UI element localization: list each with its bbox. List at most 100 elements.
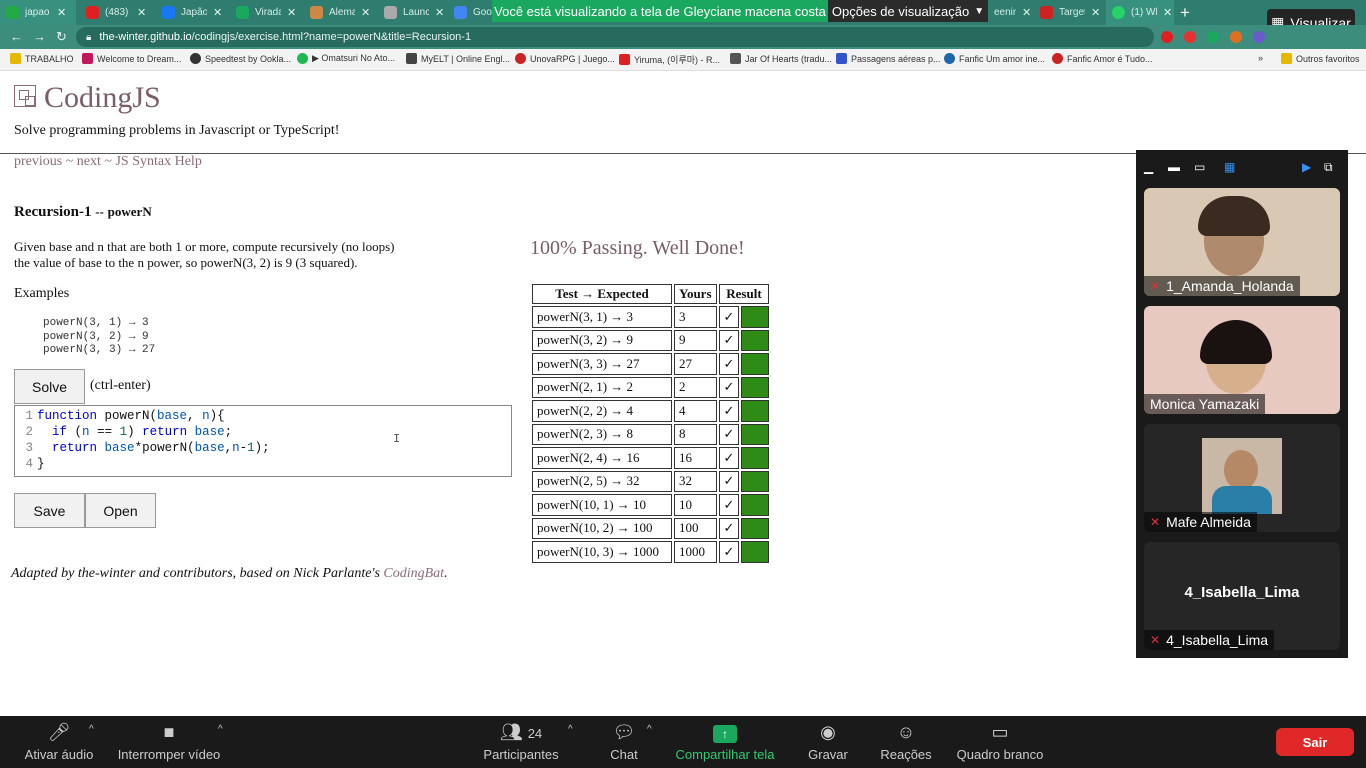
view-options-dropdown[interactable]: Opções de visualização ▼ <box>828 0 988 22</box>
tab-close-icon[interactable]: ✕ <box>1091 6 1100 19</box>
unmute-audio-button[interactable]: 🎤︎ Ativar áudio <box>22 716 96 768</box>
address-bar[interactable]: 🔒︎ the-winter.github.io/codingjs/exercis… <box>76 27 1154 47</box>
bookmark-favicon-icon <box>836 53 847 64</box>
credits-suffix: . <box>444 566 448 581</box>
next-link[interactable]: next <box>77 154 101 169</box>
participant-video-tile[interactable]: 4_Isabella_Lima ✕ 4_Isabella_Lima <box>1144 542 1340 650</box>
tab-close-icon[interactable]: ✕ <box>1022 6 1031 19</box>
other-bookmarks[interactable]: Outros favoritos <box>1281 53 1360 64</box>
tab-close-icon[interactable]: ✕ <box>213 6 222 19</box>
whiteboard-button[interactable]: ▭ Quadro branco <box>954 716 1046 768</box>
minimize-icon[interactable]: ▁ <box>1144 160 1153 174</box>
code-line: 1 function powerN(base, n){ <box>15 408 224 424</box>
save-button[interactable]: Save <box>14 493 85 528</box>
chevron-up-icon[interactable]: ^ <box>647 724 652 735</box>
mic-muted-icon: ✕ <box>1150 515 1161 529</box>
exit-gallery-icon[interactable]: ⧉ <box>1324 160 1333 175</box>
open-button[interactable]: Open <box>85 493 156 528</box>
chat-button[interactable]: 💬︎ Chat <box>606 716 642 768</box>
bookmark-item[interactable]: ▶ Omatsuri No Ato... <box>297 53 395 64</box>
more-bookmarks-icon[interactable]: » <box>1258 53 1263 63</box>
code-editor[interactable]: 1 function powerN(base, n){ 2 if (n == 1)… <box>14 405 512 477</box>
tab-close-icon[interactable]: ✕ <box>287 6 296 19</box>
leave-meeting-button[interactable]: Sair <box>1276 728 1354 756</box>
tab-close-icon[interactable]: ✕ <box>1163 6 1172 19</box>
bookmark-item[interactable]: Yiruma, (이루마) - R... <box>619 53 720 66</box>
chevron-up-icon[interactable]: ^ <box>89 724 94 735</box>
speaker-view-icon[interactable]: ▭ <box>1194 160 1205 174</box>
share-screen-button[interactable]: ↑ Compartilhar tela <box>670 716 780 768</box>
pass-indicator <box>741 494 770 516</box>
chevron-up-icon[interactable]: ^ <box>218 724 223 735</box>
browser-tab[interactable]: Virada ✕ <box>230 0 306 25</box>
problem-category: Recursion-1 <box>14 204 92 220</box>
bookmark-item[interactable]: Fanfic Amor é Tudo... <box>1052 53 1153 64</box>
description-line: Given base and n that are both 1 or more… <box>14 239 395 254</box>
bookmark-item[interactable]: Jar Of Hearts (tradu... <box>730 53 832 64</box>
back-arrow-icon[interactable]: ← <box>10 29 23 44</box>
forward-arrow-icon[interactable]: → <box>33 29 46 44</box>
bookmark-favicon-icon <box>730 53 741 64</box>
browser-tab[interactable]: eening ✕ <box>988 0 1032 25</box>
record-button[interactable]: ◉ Gravar <box>806 716 850 768</box>
browser-tab[interactable]: japao x ✕ <box>0 0 76 25</box>
tab-close-icon[interactable]: ✕ <box>57 6 66 19</box>
browser-tab[interactable]: (1) Wh ✕ <box>1106 0 1174 25</box>
chevron-up-icon[interactable]: ^ <box>568 724 573 735</box>
participant-name: ✕ 1_Amanda_Holanda <box>1144 276 1300 296</box>
test-cell: powerN(3, 3) → 27 <box>532 353 672 375</box>
results-row: powerN(10, 1) → 10 10 ✓ <box>532 494 770 516</box>
bookmark-item[interactable]: Speedtest by Ookla... <box>190 53 291 64</box>
bookmark-item[interactable]: Passagens aéreas p... <box>836 53 941 64</box>
check-cell: ✓ <box>718 400 740 422</box>
participant-video <box>1200 320 1272 364</box>
bookmark-item[interactable]: Welcome to Dream... <box>82 53 181 64</box>
previous-link[interactable]: previous <box>14 154 62 169</box>
bookmark-item[interactable]: Fanfic Um amor ine... <box>944 53 1045 64</box>
examples-label: Examples <box>14 286 70 301</box>
single-view-icon[interactable]: ▬ <box>1168 160 1180 174</box>
extension-icon[interactable] <box>1230 31 1242 43</box>
credits-text: Adapted by the-winter and contributors, … <box>11 566 380 581</box>
problem-description: Given base and n that are both 1 or more… <box>14 239 484 271</box>
browser-tab[interactable]: Target ✕ <box>1034 0 1106 25</box>
yours-cell: 16 <box>674 447 717 469</box>
participant-video-tile[interactable]: ✕ Mafe Almeida <box>1144 424 1340 532</box>
browser-tab[interactable]: Alemai ✕ <box>304 0 380 25</box>
results-header-row: Test → Expected Yours Result <box>532 284 770 304</box>
extension-icon[interactable] <box>1253 31 1265 43</box>
folder-icon <box>1281 53 1292 64</box>
participant-video-tile[interactable]: Monica Yamazaki <box>1144 306 1340 414</box>
extension-icon[interactable] <box>1207 31 1219 43</box>
reactions-button[interactable]: ☺ Reações <box>878 716 934 768</box>
browser-tab[interactable]: Japão ✕ <box>156 0 232 25</box>
bookmark-item[interactable]: TRABALHO <box>10 53 74 64</box>
browser-tab[interactable]: Goog <box>448 0 494 25</box>
bookmark-item[interactable]: MyELT | Online Engl... <box>406 53 510 64</box>
youtube-icon <box>619 54 630 65</box>
syntax-help-link[interactable]: JS Syntax Help <box>115 154 201 169</box>
tab-close-icon[interactable]: ✕ <box>435 6 444 19</box>
participant-video-tile[interactable]: ✕ 1_Amanda_Holanda <box>1144 188 1340 296</box>
control-label: Reações <box>880 747 932 762</box>
stop-video-button[interactable]: ■ Interromper vídeo <box>114 716 224 768</box>
tab-close-icon[interactable]: ✕ <box>361 6 370 19</box>
next-page-icon[interactable]: ▶ <box>1302 160 1311 174</box>
new-tab-button[interactable]: + <box>1180 3 1190 23</box>
extension-icon[interactable] <box>1184 31 1196 43</box>
codingbat-link[interactable]: CodingBat <box>383 566 444 581</box>
browser-tab[interactable]: (483) A ✕ <box>80 0 156 25</box>
participant-label: 1_Amanda_Holanda <box>1166 278 1294 294</box>
reload-icon[interactable]: ↻ <box>56 29 67 45</box>
extension-icon[interactable] <box>1161 31 1173 43</box>
bookmark-label: MyELT | Online Engl... <box>421 53 511 64</box>
yours-cell: 10 <box>674 494 717 516</box>
bookmark-item[interactable]: UnovaRPG | Juego... <box>515 53 615 64</box>
text-cursor-icon: I <box>393 432 401 446</box>
tab-close-icon[interactable]: ✕ <box>137 6 146 19</box>
gallery-view-icon[interactable]: ▦ <box>1224 160 1235 174</box>
solve-button[interactable]: Solve <box>14 369 85 404</box>
participants-button[interactable]: 👥︎ 24 Participantes <box>480 716 562 768</box>
results-row: powerN(2, 1) → 2 2 ✓ <box>532 376 770 398</box>
browser-tab[interactable]: Launch ✕ <box>378 0 446 25</box>
